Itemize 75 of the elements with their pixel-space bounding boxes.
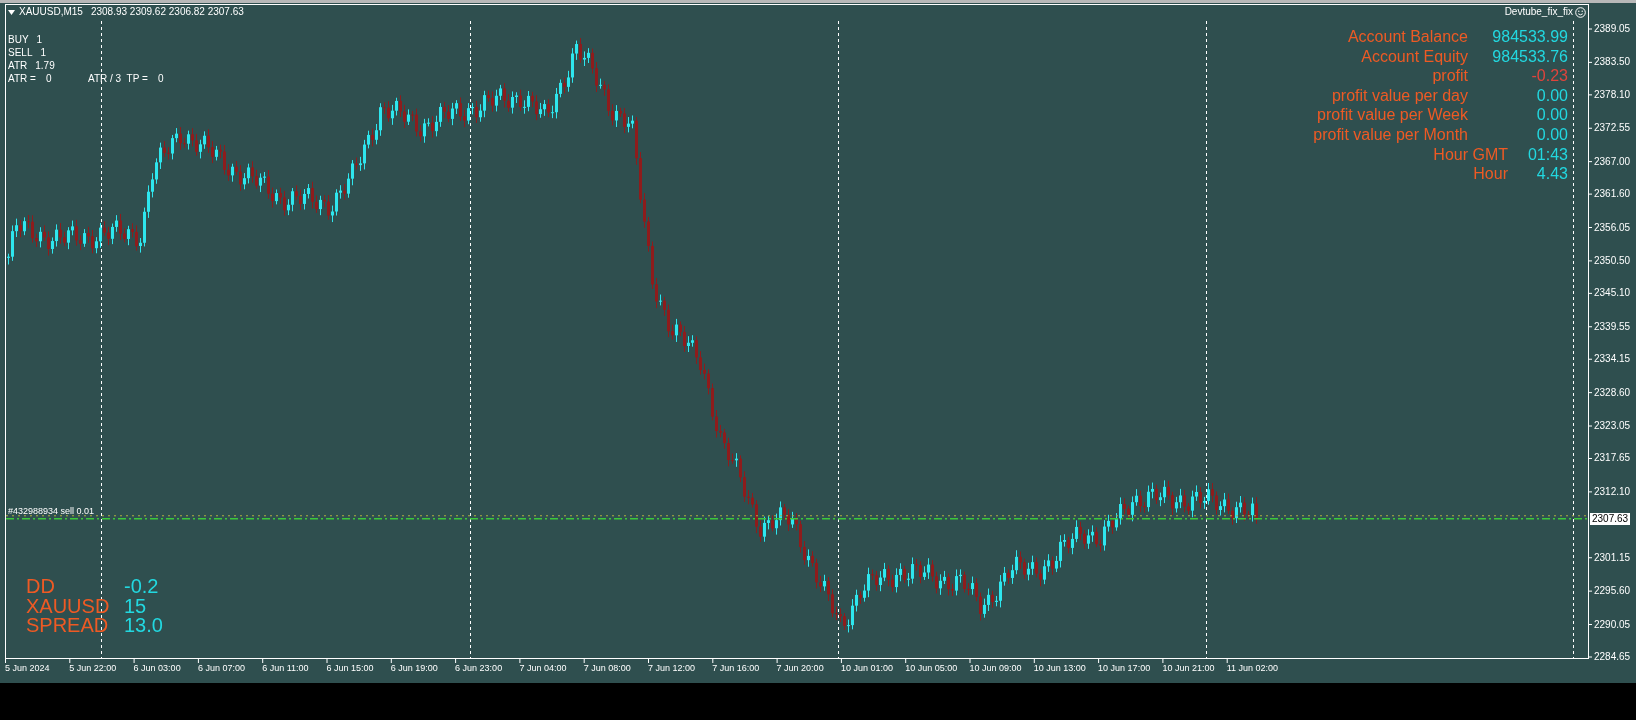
price-tick-label: 2389.05 [1594, 23, 1631, 35]
time-tick-label: 6 Jun 15:00 [326, 663, 374, 674]
account-label: profit value per Week [1317, 105, 1468, 125]
time-label: Hour GMT [1433, 144, 1508, 165]
time-value: 4.43 [1535, 164, 1568, 184]
stat-label: DD [26, 577, 56, 597]
account-label: Account Balance [1347, 27, 1468, 47]
account-label: profit value per Month [1313, 124, 1468, 145]
indicator-value: 1 [40, 46, 47, 59]
price-tick-label: 2339.55 [1594, 320, 1631, 333]
stat-label: XAUUSD [26, 596, 111, 616]
time-tick-label: 5 Jun 2024 [5, 663, 50, 674]
time-tick-label: 7 Jun 08:00 [583, 663, 631, 674]
price-tick-label: 2295.60 [1594, 585, 1631, 598]
price-tick-label: 2301.15 [1594, 551, 1631, 564]
current-price-label: 2307.63 [1590, 512, 1631, 525]
expert-name: Devtube_fix_fix [1504, 6, 1573, 18]
time-tick-label: 10 Jun 17:00 [1098, 663, 1151, 674]
price-tick-label: 2312.10 [1594, 485, 1631, 498]
time-tick-label: 10 Jun 01:00 [840, 663, 893, 674]
account-value: 984533.76 [1491, 46, 1568, 67]
indicator-value: 0 [158, 72, 165, 85]
account-value: 984533.99 [1491, 27, 1568, 47]
indicator-label: BUY [8, 33, 29, 46]
stat-value: 15 [124, 596, 147, 616]
price-tick-label: 2284.65 [1594, 651, 1631, 663]
price-tick-label: 2383.50 [1594, 56, 1631, 69]
account-value: 0.00 [1535, 124, 1568, 145]
price-tick-label: 2328.60 [1594, 386, 1631, 399]
account-label: profit [1432, 66, 1468, 86]
indicator-label: ATR [8, 59, 28, 72]
time-tick-label: 6 Jun 11:00 [262, 663, 309, 674]
indicator-value: 0 [45, 72, 53, 85]
account-label: profit value per day [1331, 85, 1468, 106]
price-tick-label: 2361.60 [1594, 188, 1631, 201]
price-tick-label: 2345.10 [1594, 287, 1631, 300]
time-tick-label: 7 Jun 16:00 [712, 663, 760, 674]
time-tick-label: 10 Jun 13:00 [1033, 663, 1086, 674]
time-tick-label: 6 Jun 07:00 [197, 663, 245, 674]
order-label: #432988934 sell 0.01 [8, 505, 95, 516]
stat-value: -0.2 [124, 577, 159, 597]
time-tick-label: 6 Jun 23:00 [455, 663, 503, 674]
price-tick-label: 2378.10 [1594, 88, 1631, 101]
account-label: Account Equity [1361, 46, 1468, 67]
time-tick-label: 6 Jun 03:00 [133, 663, 181, 674]
time-value: 01:43 [1526, 144, 1568, 165]
stat-value: 13.0 [124, 616, 163, 636]
stat-label: SPREAD [26, 616, 110, 636]
indicator-label: SELL [8, 46, 33, 59]
price-tick-label: 2367.00 [1594, 155, 1631, 168]
price-tick-label: 2372.55 [1594, 122, 1631, 135]
time-tick-label: 7 Jun 20:00 [776, 663, 824, 674]
time-tick-label: 10 Jun 09:00 [969, 663, 1022, 674]
ohlc-values: 2308.93 2309.62 2306.82 2307.63 [90, 6, 244, 18]
time-label: Hour [1473, 164, 1508, 184]
chart-symbol: XAUUSD,M15 [19, 6, 83, 18]
time-tick-label: 7 Jun 04:00 [519, 663, 567, 674]
account-value: 0.00 [1535, 105, 1568, 125]
time-tick-label: 11 Jun 02:00 [1226, 663, 1279, 674]
price-tick-label: 2356.05 [1594, 221, 1631, 234]
account-value: 0.00 [1535, 85, 1568, 106]
indicator-value: 1.79 [35, 59, 55, 72]
time-tick-label: 5 Jun 22:00 [69, 663, 117, 674]
price-tick-label: 2350.50 [1594, 254, 1631, 267]
time-tick-label: 10 Jun 21:00 [1162, 663, 1215, 674]
price-tick-label: 2290.05 [1594, 618, 1631, 631]
price-tick-label: 2317.65 [1594, 452, 1631, 465]
price-tick-label: 2323.05 [1594, 420, 1631, 432]
time-tick-label: 10 Jun 05:00 [905, 663, 958, 674]
time-tick-label: 7 Jun 12:00 [648, 663, 696, 674]
account-value: -0.23 [1530, 66, 1568, 86]
indicator-value: 1 [36, 33, 43, 46]
indicator-label: ATR = [8, 72, 37, 85]
price-tick-label: 2334.15 [1594, 353, 1631, 366]
time-tick-label: 6 Jun 19:00 [390, 663, 438, 674]
